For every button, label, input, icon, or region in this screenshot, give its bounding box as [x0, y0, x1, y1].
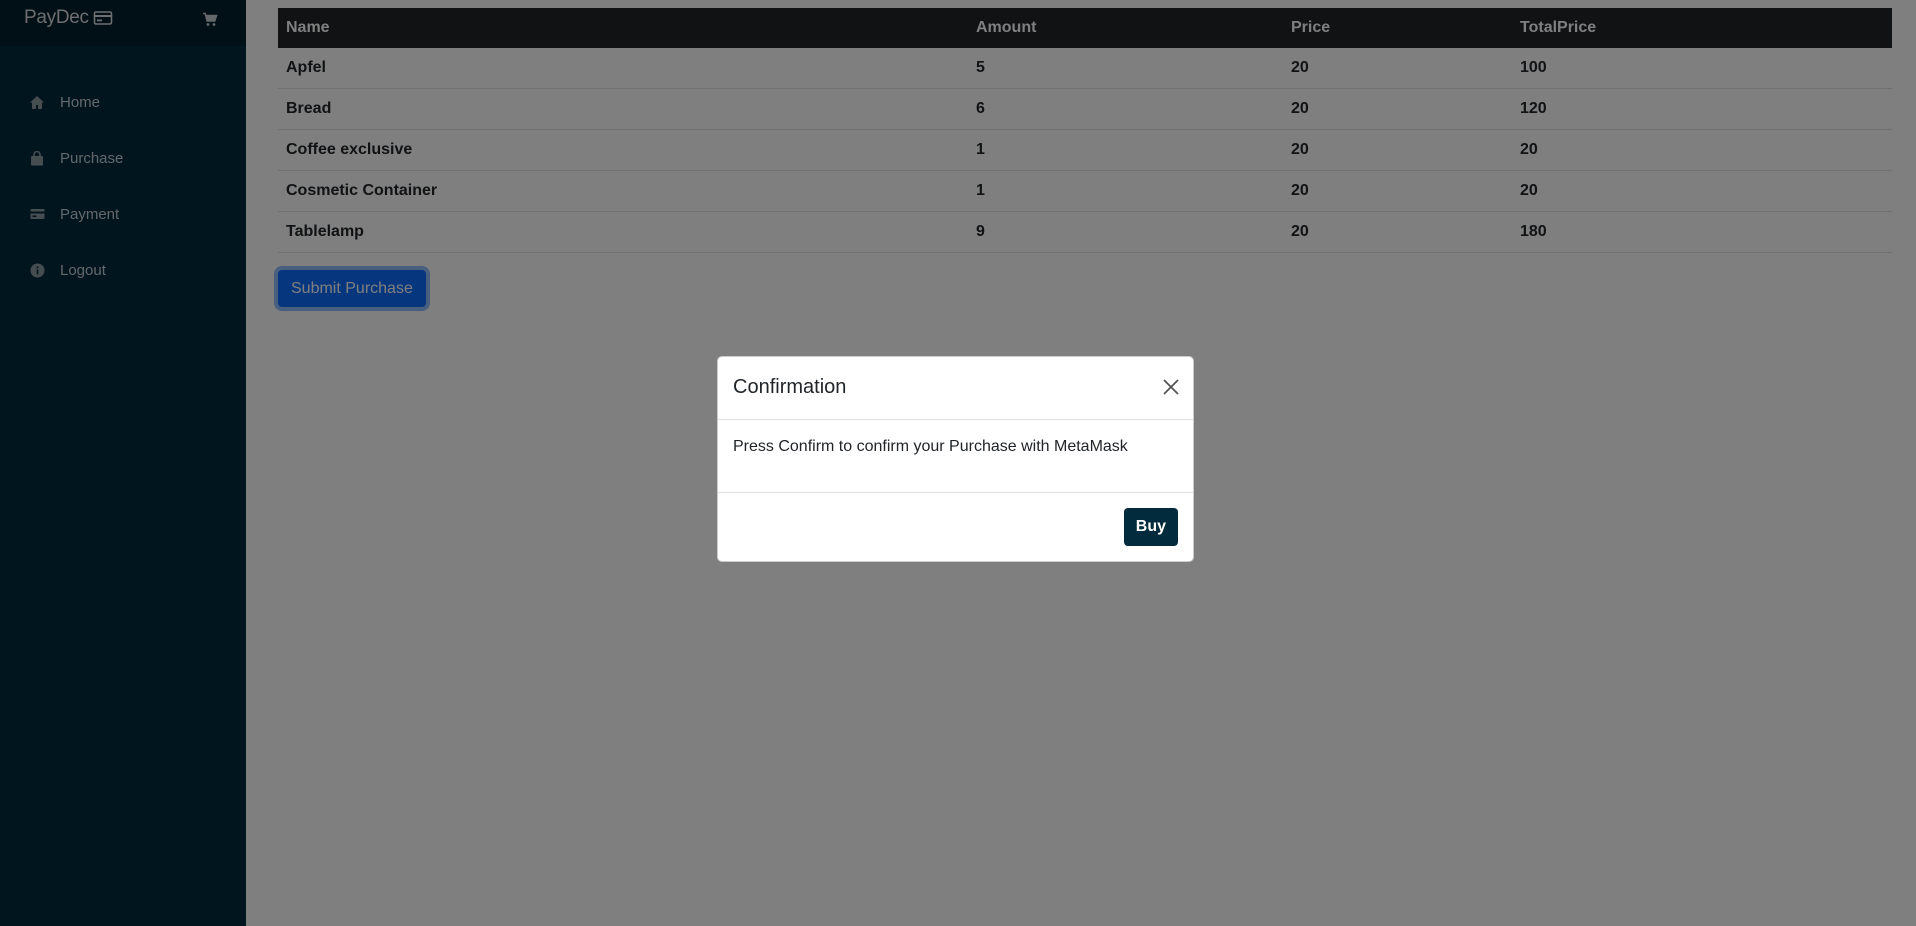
confirmation-dialog: Confirmation Press Confirm to confirm yo… — [717, 356, 1194, 562]
modal-body: Press Confirm to confirm your Purchase w… — [718, 420, 1193, 493]
buy-button[interactable]: Buy — [1123, 508, 1178, 546]
modal-header: Confirmation — [718, 357, 1193, 420]
modal-footer: Buy — [718, 493, 1193, 563]
modal-title: Confirmation — [733, 376, 847, 398]
modal-message: Press Confirm to confirm your Purchase w… — [733, 438, 1128, 455]
close-button[interactable] — [1161, 377, 1181, 397]
close-icon — [1163, 379, 1179, 395]
